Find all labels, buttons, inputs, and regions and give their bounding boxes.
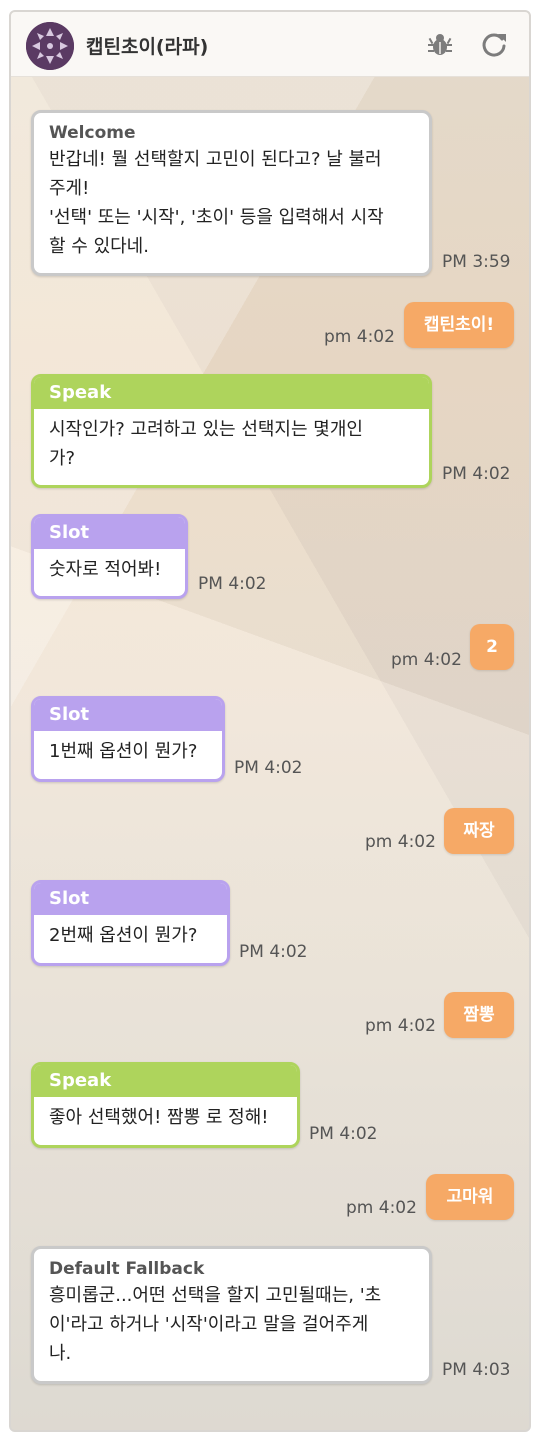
message-line: 가? [49,448,76,469]
message-text: 1번째 옵션이 뭔가? [34,731,222,774]
message-time: PM 3:59 [442,252,511,272]
message-time: PM 4:02 [234,758,303,778]
message-type-label: Speak [34,1065,297,1097]
avatar [26,22,74,70]
message-time: PM 4:02 [309,1124,378,1144]
message-line: 이'라고 하거나 '시작'이라고 말을 걸어주게 [49,1314,369,1335]
bot-message-slot: Slot 1번째 옵션이 뭔가? [31,696,225,782]
message-line: 2번째 옵션이 뭔가? [49,925,198,946]
message-type-label: Slot [34,883,227,915]
bot-message-slot: Slot 2번째 옵션이 뭔가? [31,880,230,966]
message-text: 시작인가? 고려하고 있는 선택지는 몇개인 가? [34,409,429,481]
message-text: 2번째 옵션이 뭔가? [34,915,227,958]
message-type-label: Speak [34,377,429,409]
chat-header: 캡틴초이(라파) [11,12,529,77]
user-message: 짜장 [444,808,514,854]
message-line: 주게! [49,178,90,199]
bug-icon[interactable] [425,30,455,60]
message-line: 할 수 있다네. [49,236,149,257]
message-time: pm 4:02 [365,832,436,852]
user-message: 캡틴초이! [404,302,514,348]
message-time: PM 4:02 [239,942,308,962]
message-text: 흥미롭군...어떤 선택을 할지 고민될때는, '초 이'라고 하거나 '시작'… [34,1279,429,1376]
user-message: 짬뽕 [444,992,514,1038]
bot-message-welcome: Welcome 반갑네! 뭘 선택할지 고민이 된다고? 날 불러 주게! '선… [31,110,432,276]
message-text: 좋아 선택했어! 짬뽕 로 정해! [34,1097,297,1140]
message-line: 좋아 선택했어! 짬뽕 로 정해! [49,1107,269,1128]
message-line: 반갑네! 뭘 선택할지 고민이 된다고? 날 불러 [49,149,382,170]
message-line: 시작인가? 고려하고 있는 선택지는 몇개인 [49,419,363,440]
message-time: pm 4:02 [346,1198,417,1218]
avatar-pattern-icon [26,22,74,70]
user-message: 2 [470,624,514,670]
bot-message-speak: Speak 시작인가? 고려하고 있는 선택지는 몇개인 가? [31,374,432,488]
user-message: 고마워 [426,1174,514,1220]
chat-window: 캡틴초이(라파) Welcome 반갑네! 뭘 선택할지 고민이 된다고? 날 … [9,10,531,1432]
message-line: 숫자로 적어봐! [49,559,162,580]
message-time: pm 4:02 [391,650,462,670]
message-line: 흥미롭군...어떤 선택을 할지 고민될때는, '초 [49,1285,382,1306]
message-time: pm 4:02 [365,1016,436,1036]
message-text: 반갑네! 뭘 선택할지 고민이 된다고? 날 불러 주게! '선택' 또는 '시… [34,143,429,269]
message-time: PM 4:03 [442,1360,511,1380]
reload-icon[interactable] [479,30,509,60]
message-type-label: Slot [34,699,222,731]
message-line: 1번째 옵션이 뭔가? [49,741,198,762]
message-type-label: Welcome [49,123,136,143]
message-type-label: Default Fallback [49,1259,205,1279]
message-line: '선택' 또는 '시작', '초이' 등을 입력해서 시작 [49,207,384,228]
message-time: PM 4:02 [198,574,267,594]
message-time: pm 4:02 [324,327,395,347]
message-text: 숫자로 적어봐! [34,549,185,592]
bot-message-fallback: Default Fallback 흥미롭군...어떤 선택을 할지 고민될때는,… [31,1246,432,1384]
message-time: PM 4:02 [442,464,511,484]
message-type-label: Slot [34,517,185,549]
bot-message-speak: Speak 좋아 선택했어! 짬뽕 로 정해! [31,1062,300,1148]
message-line: 나. [49,1343,72,1364]
bot-title: 캡틴초이(라파) [86,36,209,58]
bot-message-slot: Slot 숫자로 적어봐! [31,514,188,599]
